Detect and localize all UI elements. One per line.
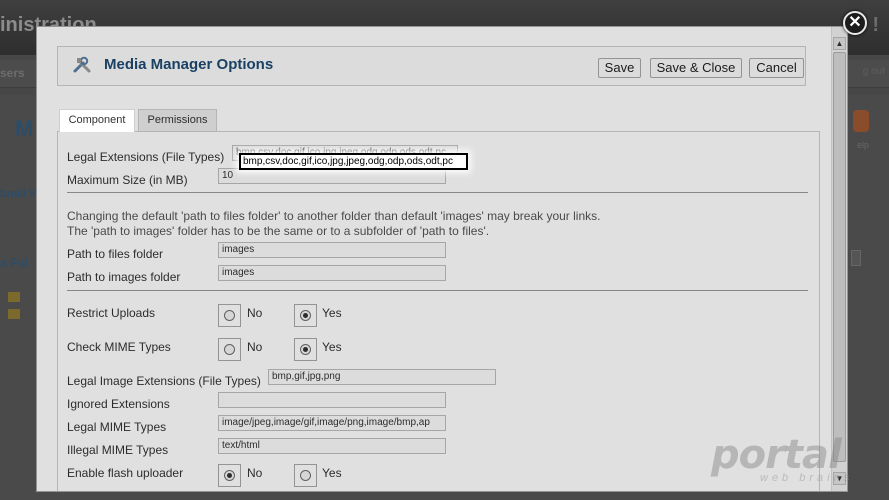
- divider: [67, 192, 808, 193]
- flash-uploader-no-label: No: [247, 466, 263, 480]
- images-path-field[interactable]: images: [218, 265, 446, 281]
- check-mime-yes-radio[interactable]: [294, 338, 317, 361]
- check-mime-no-label: No: [247, 340, 263, 354]
- legal-mime-field[interactable]: image/jpeg,image/gif,image/png,image/bmp…: [218, 415, 446, 431]
- path-note-2: The 'path to images' folder has to be th…: [67, 224, 490, 238]
- page-title: Media Manager Options: [104, 56, 274, 73]
- files-path-label: Path to files folder: [67, 247, 164, 261]
- check-mime-yes-label: Yes: [322, 340, 342, 354]
- tab-component[interactable]: Component: [59, 109, 135, 132]
- illegal-mime-label: Illegal MIME Types: [67, 443, 169, 457]
- background-menu-users: sers: [0, 66, 25, 80]
- background-help-label: elp: [856, 140, 869, 150]
- divider: [67, 290, 808, 291]
- restrict-uploads-label: Restrict Uploads: [67, 306, 156, 320]
- illegal-mime-field[interactable]: text/html: [218, 438, 446, 454]
- check-mime-no-radio[interactable]: [218, 338, 241, 361]
- background-select: [851, 250, 861, 266]
- background-thumbnail-view: bnail V: [0, 188, 37, 200]
- background-folders-heading: a Fol: [0, 256, 29, 270]
- tab-permissions[interactable]: Permissions: [138, 109, 217, 131]
- radio-checked-icon: [224, 470, 235, 481]
- legal-mime-label: Legal MIME Types: [67, 420, 167, 434]
- media-manager-options-dialog: Media Manager Options Save Save & Close …: [36, 26, 848, 492]
- path-note-1: Changing the default 'path to files fold…: [67, 209, 601, 223]
- legal-image-extensions-label: Legal Image Extensions (File Types): [67, 374, 261, 388]
- folder-icon: [8, 309, 20, 319]
- legal-extensions-spotlight: bmp,csv,doc,gif,ico,jpg,jpeg,odg,odp,ods…: [239, 153, 468, 170]
- flash-uploader-yes-radio[interactable]: [294, 464, 317, 487]
- restrict-uploads-no-label: No: [247, 306, 263, 320]
- radio-icon: [224, 310, 235, 321]
- max-size-field[interactable]: 10: [218, 168, 446, 184]
- cancel-button[interactable]: Cancel: [749, 58, 804, 78]
- legal-extensions-label: Legal Extensions (File Types): [67, 150, 225, 164]
- background-brand: !: [872, 14, 879, 36]
- background-logout: g out: [862, 66, 885, 77]
- radio-icon: [300, 470, 311, 481]
- portal-watermark-sub: web brains: [760, 472, 854, 484]
- files-path-field[interactable]: images: [218, 242, 446, 258]
- dialog-header: Media Manager Options Save Save & Close …: [57, 46, 806, 86]
- scroll-up-arrow-icon[interactable]: ▲: [833, 37, 846, 50]
- dialog-scrollbar[interactable]: ▲ ▼: [831, 27, 847, 491]
- max-size-label: Maximum Size (in MB): [67, 173, 188, 187]
- radio-checked-icon: [300, 344, 311, 355]
- flash-uploader-yes-label: Yes: [322, 466, 342, 480]
- background-page-title: M: [15, 116, 34, 141]
- restrict-uploads-yes-radio[interactable]: [294, 304, 317, 327]
- ignored-extensions-field[interactable]: [218, 392, 446, 408]
- restrict-uploads-yes-label: Yes: [322, 306, 342, 320]
- folder-icon: [8, 292, 20, 302]
- save-close-button[interactable]: Save & Close: [650, 58, 742, 78]
- radio-icon: [224, 344, 235, 355]
- save-button[interactable]: Save: [598, 58, 641, 78]
- check-mime-label: Check MIME Types: [67, 340, 171, 354]
- flash-uploader-no-radio[interactable]: [218, 464, 241, 487]
- help-icon: [853, 110, 869, 132]
- restrict-uploads-no-radio[interactable]: [218, 304, 241, 327]
- ignored-extensions-label: Ignored Extensions: [67, 397, 170, 411]
- tools-icon: [73, 56, 91, 73]
- flash-uploader-label: Enable flash uploader: [67, 466, 184, 480]
- radio-checked-icon: [300, 310, 311, 321]
- close-icon[interactable]: ✕: [843, 11, 867, 35]
- scrollbar-thumb[interactable]: [833, 52, 846, 462]
- legal-image-extensions-field[interactable]: bmp,gif,jpg,png: [268, 369, 496, 385]
- images-path-label: Path to images folder: [67, 270, 181, 284]
